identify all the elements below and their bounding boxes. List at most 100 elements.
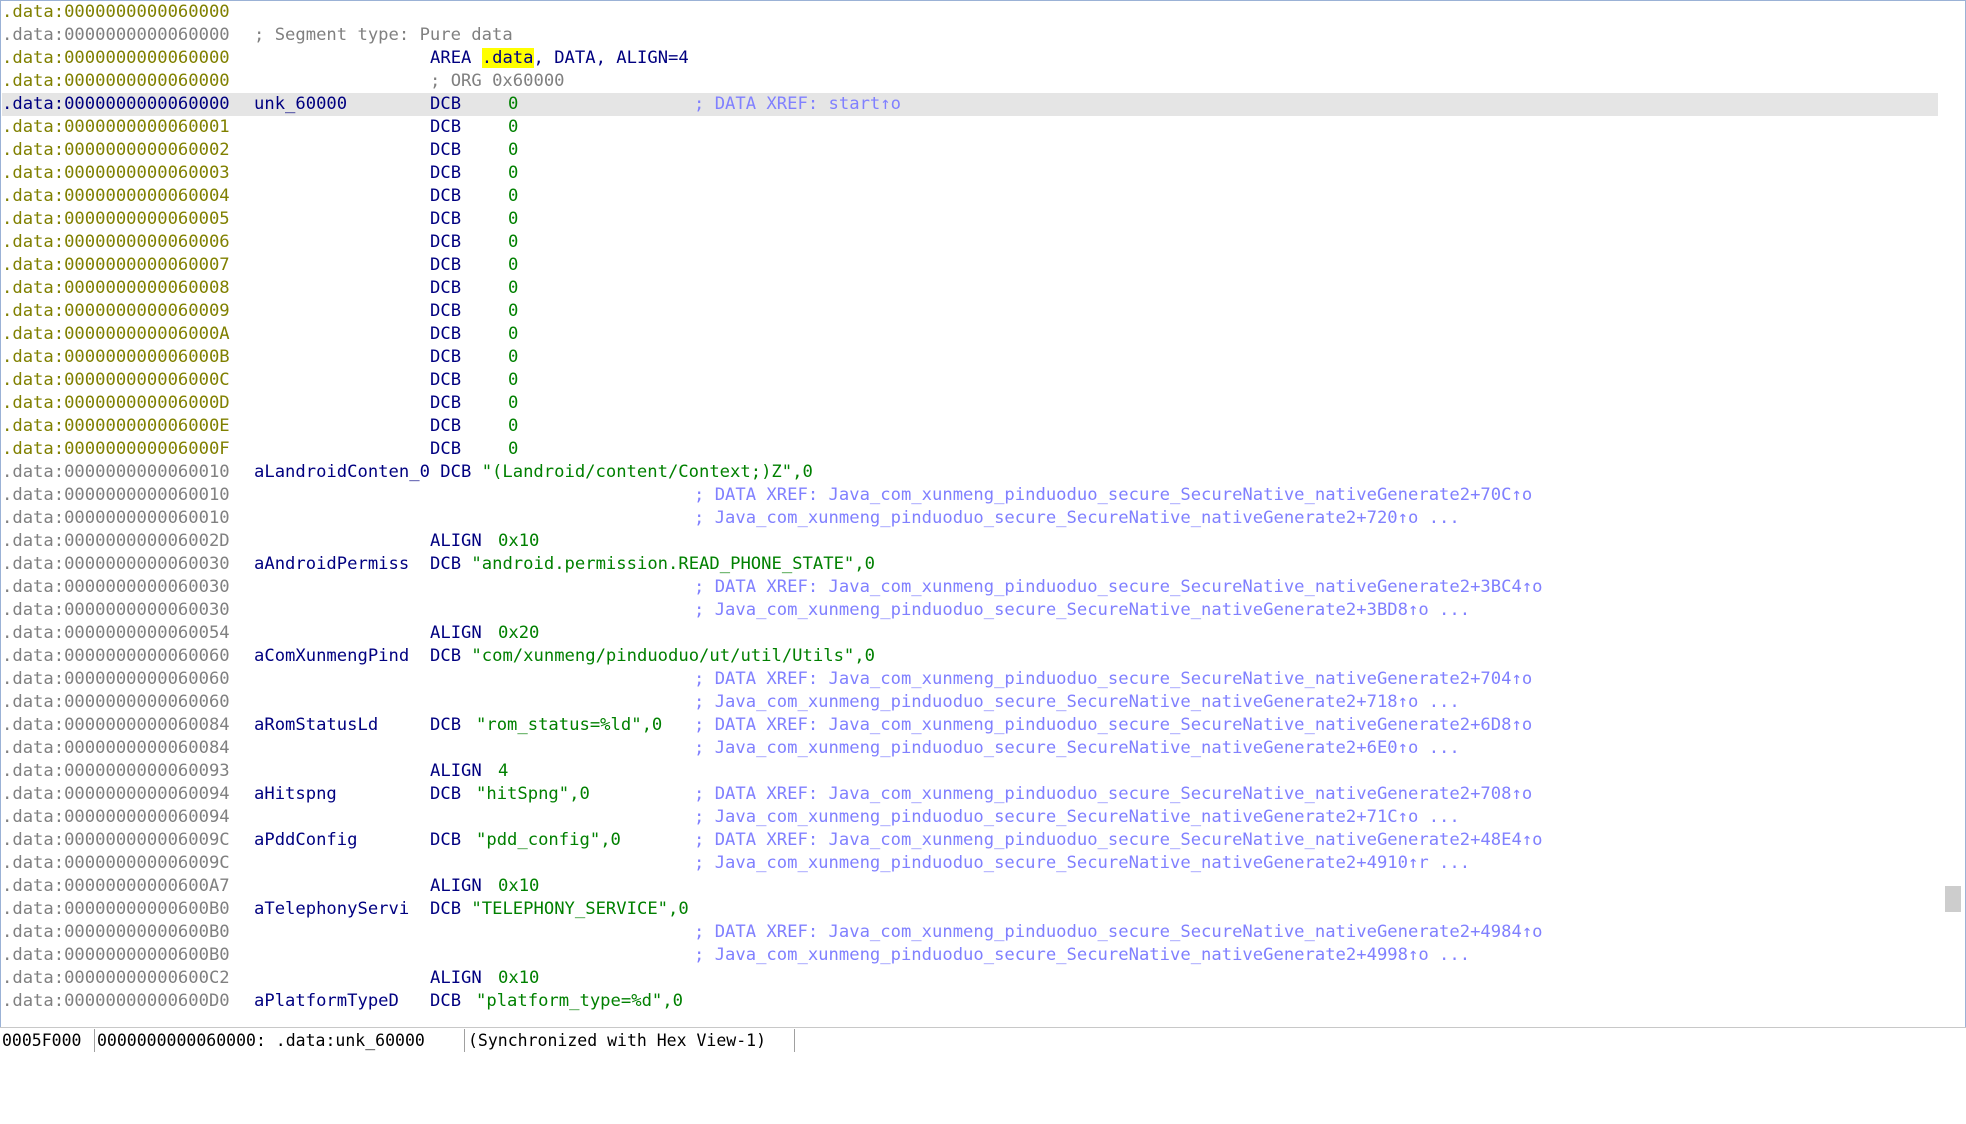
operand-value: 0 xyxy=(508,117,519,137)
status-location: 0000000000060000: .data:unk_60000 xyxy=(95,1029,465,1052)
listing-line[interactable]: .data:0000000000060010 ; DATA XREF: Java_… xyxy=(2,484,1938,507)
listing-line[interactable]: .data:0000000000060009 DCB 0 xyxy=(2,300,1938,323)
data-label: aPlatformTypeD xyxy=(254,991,399,1011)
xref-comment: ; Java_com_xunmeng_pinduoduo_secure_Secu… xyxy=(694,692,1460,712)
listing-line[interactable]: .data:0000000000060093 ALIGN 4 xyxy=(2,760,1938,783)
mnemonic: DCB xyxy=(430,209,462,229)
line-address: .data:000000000006000B xyxy=(2,347,230,367)
line-address: .data:00000000000600D0 xyxy=(2,991,230,1011)
line-address: .data:00000000000600B0 xyxy=(2,945,230,965)
status-bar: 0005F000 0000000000060000: .data:unk_600… xyxy=(0,1027,1966,1054)
area-directive: AREA .data, DATA, ALIGN=4 xyxy=(430,47,689,70)
dcb-operand: "platform_type=%d",0 xyxy=(476,990,683,1013)
operand-value: 0 xyxy=(508,278,519,298)
listing-line[interactable]: .data:0000000000060030 ; Java_com_xunmeng… xyxy=(2,599,1938,622)
listing-line[interactable]: .data:0000000000060002 DCB 0 xyxy=(2,139,1938,162)
line-address: .data:000000000006000E xyxy=(2,416,230,436)
string-literal: "pdd_config" xyxy=(476,830,601,850)
data-label: aComXunmengPind xyxy=(254,646,410,666)
line-address: .data:0000000000060001 xyxy=(2,117,230,137)
data-label: aHitspng xyxy=(254,784,337,804)
string-literal: "platform_type=%d" xyxy=(476,991,663,1011)
string-literal: "hitSpng" xyxy=(476,784,570,804)
line-address: .data:0000000000060084 xyxy=(2,715,230,735)
mnemonic: DCB xyxy=(430,347,462,367)
listing-line[interactable]: .data:0000000000060054 ALIGN 0x20 xyxy=(2,622,1938,645)
listing-line[interactable]: .data:000000000006000A DCB 0 xyxy=(2,323,1938,346)
xref-comment: ; DATA XREF: Java_com_xunmeng_pinduoduo_… xyxy=(694,577,1543,597)
listing-line[interactable]: .data:0000000000060030 aAndroidPermiss DCB… xyxy=(2,553,1938,576)
terminator: ,0 xyxy=(792,462,813,482)
listing-line[interactable]: .data:00000000000600D0 aPlatformTypeD DCB "… xyxy=(2,990,1938,1013)
line-address: .data:000000000006009C xyxy=(2,853,230,873)
listing-line[interactable]: .data:0000000000060084 aRomStatusLd DCB "ro… xyxy=(2,714,1938,737)
listing-line[interactable]: .data:000000000006000C DCB 0 xyxy=(2,369,1938,392)
line-address: .data:0000000000060060 xyxy=(2,669,230,689)
listing-line[interactable]: .data:0000000000060007 DCB 0 xyxy=(2,254,1938,277)
mnemonic: DCB xyxy=(430,899,462,919)
listing-line[interactable]: .data:00000000000600A7 ALIGN 0x10 xyxy=(2,875,1938,898)
listing-line[interactable]: .data:0000000000060010 aLandroidConten_0 … xyxy=(2,461,1938,484)
line-address: .data:0000000000060054 xyxy=(2,623,230,643)
listing-line[interactable]: .data:0000000000060094 aHitspng DCB "hitSpn… xyxy=(2,783,1938,806)
listing-line[interactable]: .data:0000000000060084 ; Java_com_xunmeng… xyxy=(2,737,1938,760)
listing-line[interactable]: .data:00000000000600B0 ; Java_com_xunmeng… xyxy=(2,944,1938,967)
mnemonic: DCB xyxy=(430,991,462,1011)
line-address: .data:0000000000060000 xyxy=(2,71,230,91)
listing-line[interactable]: .data:0000000000060000 unk_60000 DCB 0 ; DAT… xyxy=(2,93,1938,116)
mnemonic: DCB xyxy=(430,186,462,206)
mnemonic: DCB xyxy=(430,784,462,804)
listing-line[interactable]: .data:0000000000060030 ; DATA XREF: Java_… xyxy=(2,576,1938,599)
listing-line[interactable]: .data:0000000000060005 DCB 0 xyxy=(2,208,1938,231)
operand-value: 0 xyxy=(508,163,519,183)
listing-line[interactable]: .data:0000000000060000 ; Segment type: Pu… xyxy=(2,24,1938,47)
listing-line[interactable]: .data:0000000000060060 aComXunmengPind DCB… xyxy=(2,645,1938,668)
mnemonic: DCB xyxy=(430,416,462,436)
listing-line[interactable]: .data:000000000006009C ; Java_com_xunmeng… xyxy=(2,852,1938,875)
scrollbar-thumb[interactable] xyxy=(1945,886,1961,912)
line-address: .data:0000000000060093 xyxy=(2,761,230,781)
listing-line[interactable]: .data:0000000000060000 ; ORG 0x60000 xyxy=(2,70,1938,93)
disassembly-listing[interactable]: .data:0000000000060000 .data:000000000006… xyxy=(2,1,1938,1025)
mnemonic: ALIGN xyxy=(430,623,482,643)
listing-line[interactable]: .data:0000000000060060 ; Java_com_xunmeng… xyxy=(2,691,1938,714)
listing-line[interactable]: .data:00000000000600B0 ; DATA XREF: Java_… xyxy=(2,921,1938,944)
listing-line[interactable]: .data:00000000000600C2 ALIGN 0x10 xyxy=(2,967,1938,990)
line-address: .data:0000000000060000 xyxy=(2,25,230,45)
align-value: 0x10 xyxy=(498,531,540,551)
listing-line[interactable]: .data:000000000006000D DCB 0 xyxy=(2,392,1938,415)
listing-line[interactable]: .data:0000000000060000 AREA .data, DATA, … xyxy=(2,47,1938,70)
listing-line[interactable]: .data:000000000006000B DCB 0 xyxy=(2,346,1938,369)
listing-line[interactable]: .data:0000000000060008 DCB 0 xyxy=(2,277,1938,300)
xref-comment: ; Java_com_xunmeng_pinduoduo_secure_Secu… xyxy=(694,945,1471,965)
terminator: ,0 xyxy=(569,784,590,804)
mnemonic: ALIGN xyxy=(430,968,482,988)
operand-value: 0 xyxy=(508,439,519,459)
listing-line[interactable]: .data:000000000006009C aPddConfig DCB "pdd_… xyxy=(2,829,1938,852)
listing-line[interactable]: .data:0000000000060000 xyxy=(2,1,1938,24)
operand-value: 0 xyxy=(508,94,519,114)
listing-line[interactable]: .data:0000000000060094 ; Java_com_xunmeng… xyxy=(2,806,1938,829)
mnemonic: ALIGN xyxy=(430,876,482,896)
align-value: 0x10 xyxy=(498,968,540,988)
listing-line[interactable]: .data:0000000000060003 DCB 0 xyxy=(2,162,1938,185)
segment-name-highlight[interactable]: .data xyxy=(481,48,534,68)
listing-line[interactable]: .data:00000000000600B0 aTelephonyServi DCB… xyxy=(2,898,1938,921)
operand-value: 0 xyxy=(508,347,519,367)
listing-line[interactable]: .data:0000000000060004 DCB 0 xyxy=(2,185,1938,208)
listing-line[interactable]: .data:000000000006000F DCB 0 xyxy=(2,438,1938,461)
mnemonic: DCB xyxy=(430,232,462,252)
line-address: .data:0000000000060094 xyxy=(2,784,230,804)
line-address: .data:0000000000060007 xyxy=(2,255,230,275)
listing-line[interactable]: .data:0000000000060006 DCB 0 xyxy=(2,231,1938,254)
terminator: ,0 xyxy=(641,715,663,735)
listing-line[interactable]: .data:0000000000060060 ; DATA XREF: Java_… xyxy=(2,668,1938,691)
listing-line[interactable]: .data:0000000000060001 DCB 0 xyxy=(2,116,1938,139)
vertical-scrollbar[interactable] xyxy=(1941,1,1965,1025)
mnemonic: DCB xyxy=(430,301,462,321)
listing-line[interactable]: .data:000000000006000E DCB 0 xyxy=(2,415,1938,438)
listing-line[interactable]: .data:000000000006002D ALIGN 0x10 xyxy=(2,530,1938,553)
listing-line[interactable]: .data:0000000000060010 ; Java_com_xunmeng… xyxy=(2,507,1938,530)
align-value: 0x20 xyxy=(498,623,540,643)
data-label[interactable]: aLandroidConten_0 xyxy=(254,462,430,482)
